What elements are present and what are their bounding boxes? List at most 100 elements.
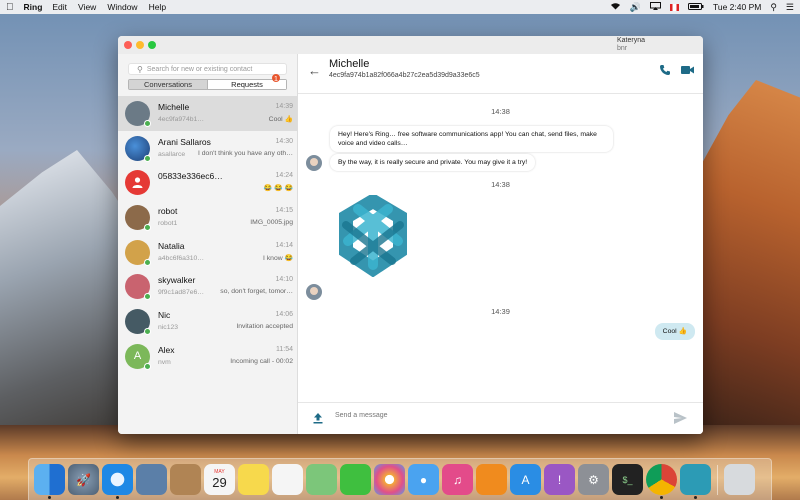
notification-center-icon[interactable]: ☰ — [786, 2, 794, 13]
input-source-flag-icon[interactable] — [669, 3, 679, 11]
zoom-window-button[interactable] — [148, 41, 156, 49]
launchpad-icon[interactable]: 🚀 — [68, 464, 99, 495]
message-timestamp: 14:39 — [491, 307, 510, 316]
ibooks-icon[interactable] — [476, 464, 507, 495]
menu-window[interactable]: Window — [107, 2, 137, 12]
presence-indicator — [144, 119, 151, 127]
incoming-message[interactable]: Hey! Here's Ring… free software communic… — [330, 126, 613, 152]
ring-logo-image[interactable] — [330, 195, 416, 277]
menubar-clock[interactable]: Tue 2:40 PM — [713, 2, 761, 12]
search-input[interactable]: Search for new or existing contact — [147, 66, 252, 73]
battery-icon[interactable] — [687, 2, 704, 12]
message-timestamp: 14:38 — [491, 107, 510, 116]
itunes-icon[interactable]: ♫ — [442, 464, 473, 495]
reminders-icon[interactable] — [272, 464, 303, 495]
feedback-assistant-icon[interactable]: ! — [544, 464, 575, 495]
avatar: A — [125, 343, 151, 370]
contact-name: 05833e336ec6… — [158, 171, 223, 182]
avatar — [125, 239, 151, 266]
presence-indicator — [144, 362, 151, 370]
menu-view[interactable]: View — [78, 2, 96, 12]
dock: 🚀 MAY 29 ● ♫ A ! ⚙ $_ — [28, 458, 772, 500]
conversation-item[interactable]: robot 14:15 robot1 IMG_0005.jpg — [118, 200, 297, 235]
avatar-initial: A — [133, 350, 142, 363]
contact-name: Arani Sallaros — [158, 136, 211, 147]
presence-indicator — [144, 293, 151, 301]
volume-icon[interactable]: 🔊 — [630, 2, 641, 13]
facetime-icon[interactable] — [340, 464, 371, 495]
conversation-item[interactable]: skywalker 14:10 9f9c1ad87e6… so, don't f… — [118, 269, 297, 304]
search-icon: ⚲ — [137, 64, 143, 74]
spotlight-search-icon[interactable]: ⚲ — [770, 2, 777, 13]
message-time: 14:39 — [275, 103, 293, 110]
last-message: Invitation accepted — [236, 323, 293, 331]
menu-app-name[interactable]: Ring — [24, 2, 43, 12]
terminal-icon[interactable]: $_ — [612, 464, 643, 495]
account-username: bnr — [616, 45, 628, 52]
last-message: I know 😂 — [263, 254, 293, 262]
apple-menu-icon[interactable]:  — [6, 2, 14, 13]
requests-badge: 1 — [272, 73, 280, 83]
photos-icon[interactable] — [374, 464, 405, 495]
close-window-button[interactable] — [124, 41, 132, 49]
chrome-icon[interactable] — [646, 464, 677, 499]
calendar-icon[interactable]: MAY 29 — [204, 464, 235, 495]
search-box[interactable]: ⚲ Search for new or existing contact — [128, 63, 287, 75]
safari-icon[interactable] — [102, 464, 133, 499]
presence-indicator — [144, 223, 151, 231]
tab-conversations[interactable]: Conversations — [129, 80, 208, 89]
maps-icon[interactable] — [306, 464, 337, 495]
calendar-day-label: 29 — [212, 475, 227, 490]
menu-help[interactable]: Help — [149, 2, 166, 12]
avatar — [125, 204, 151, 231]
chat-header: ← Michelle 4ec9fa974b1a82f066a4b27c2ea5d… — [298, 54, 703, 94]
messages-icon[interactable]: ● — [408, 464, 439, 495]
presence-indicator — [144, 327, 151, 335]
contact-name: Nic — [158, 310, 171, 321]
preview-icon[interactable] — [136, 464, 167, 495]
send-icon[interactable] — [674, 412, 687, 424]
airplay-icon[interactable] — [649, 2, 661, 12]
last-message: Cool 👍 — [268, 116, 293, 123]
upload-file-icon[interactable] — [312, 412, 324, 424]
contact-name: Alex — [158, 344, 175, 355]
title-bar[interactable]: Kateryna bnr — [118, 36, 703, 54]
ring-app-icon[interactable] — [680, 464, 711, 499]
contact-name: Natalia — [158, 240, 185, 251]
last-message: I don't think you have any oth… — [197, 149, 293, 157]
conversation-item[interactable]: 05833e336ec6… 14:24 😂 😂 😂 — [118, 165, 297, 200]
outgoing-message[interactable]: Cool 👍 — [654, 323, 695, 340]
avatar — [125, 100, 151, 127]
conversation-item[interactable]: Michelle 14:39 4ec9fa974b1… Cool 👍 — [118, 96, 297, 131]
video-call-icon[interactable] — [681, 65, 694, 75]
contact-name: robot — [158, 206, 178, 217]
avatar — [125, 170, 150, 196]
last-message: Incoming call - 00:02 — [230, 357, 293, 365]
finder-icon[interactable] — [34, 464, 65, 499]
avatar — [125, 135, 151, 162]
trash-icon[interactable] — [724, 464, 755, 495]
phone-call-icon[interactable] — [659, 64, 671, 76]
presence-indicator — [144, 258, 151, 266]
minimize-window-button[interactable] — [136, 41, 144, 49]
contacts-icon[interactable] — [170, 464, 201, 495]
conversation-item[interactable]: Nic 14:06 nic123 Invitation accepted — [118, 304, 297, 339]
conversation-list: Michelle 14:39 4ec9fa974b1… Cool 👍 Arani… — [118, 96, 297, 374]
menu-edit[interactable]: Edit — [52, 2, 67, 12]
incoming-message[interactable]: By the way, it is really secure and priv… — [330, 154, 536, 171]
conversation-item[interactable]: Natalia 14:14 a4bc6f6a310… I know 😂 — [118, 235, 297, 270]
message-time: 14:24 — [275, 172, 293, 180]
app-store-icon[interactable]: A — [510, 464, 541, 495]
notes-icon[interactable] — [238, 464, 269, 495]
conversation-item[interactable]: Arani Sallaros 14:30 asallarce I don't t… — [118, 131, 297, 166]
account-selector[interactable]: Kateryna bnr — [617, 37, 645, 53]
message-time: 14:15 — [275, 207, 293, 215]
message-input[interactable] — [335, 412, 635, 419]
system-preferences-icon[interactable]: ⚙ — [578, 464, 609, 495]
wifi-icon[interactable] — [610, 2, 621, 12]
message-composer — [298, 402, 703, 434]
back-arrow-icon[interactable]: ← — [308, 63, 321, 78]
person-icon — [132, 177, 143, 189]
conversation-item[interactable]: A Alex 11:54 nvm Incoming call - 00:02 — [118, 339, 297, 374]
dock-separator — [717, 464, 718, 495]
